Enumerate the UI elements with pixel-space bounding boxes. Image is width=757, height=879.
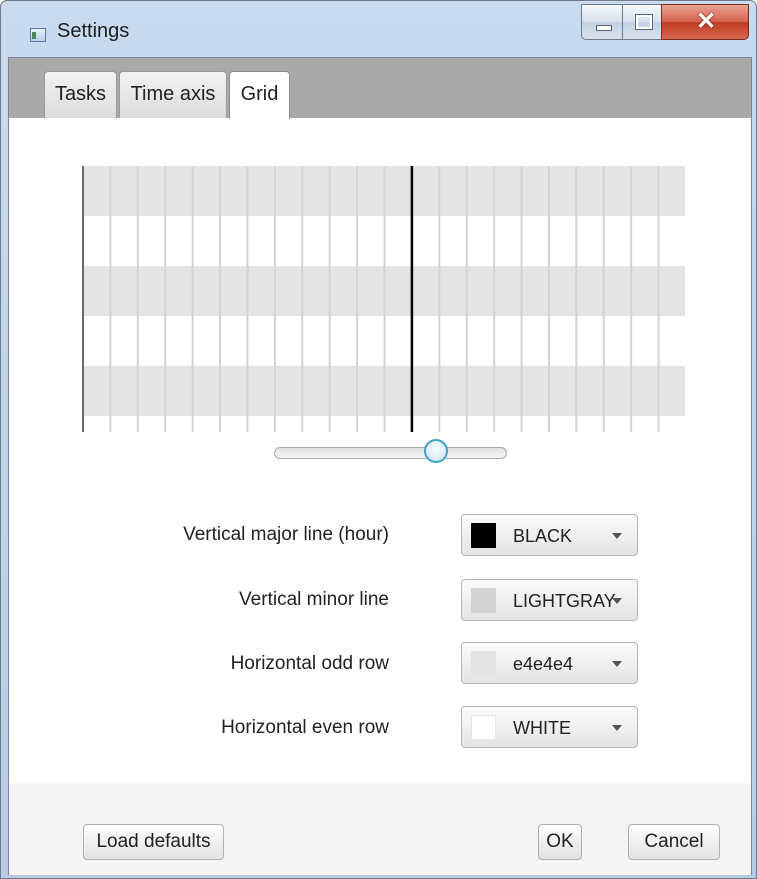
color-value: BLACK: [513, 526, 573, 546]
color-swatch: [471, 651, 496, 676]
tab-time-axis[interactable]: Time axis: [119, 71, 227, 118]
chevron-down-icon: [612, 661, 622, 667]
chevron-down-icon: [612, 598, 622, 604]
dialog-footer: Load defaults OK Cancel: [9, 783, 751, 875]
app-window-icon: [30, 28, 46, 42]
color-value: LIGHTGRAY: [513, 591, 616, 611]
chevron-down-icon: [612, 533, 622, 539]
zoom-slider-thumb[interactable]: [423, 439, 448, 463]
tab-tasks[interactable]: Tasks: [44, 71, 117, 118]
close-button[interactable]: ✕: [661, 4, 749, 40]
vertical-major-line-color-picker[interactable]: BLACK: [461, 514, 638, 556]
maximize-button[interactable]: [622, 4, 662, 40]
horizontal-odd-row-color-picker[interactable]: e4e4e4: [461, 642, 638, 684]
tab-grid[interactable]: Grid: [229, 71, 290, 119]
maximize-icon: [635, 14, 653, 30]
close-icon: ✕: [695, 8, 717, 35]
settings-window: Settings ✕ Tasks Time axis Grid Vertical…: [0, 0, 757, 879]
minimize-button[interactable]: [581, 4, 623, 40]
horizontal-even-row-label: Horizontal even row: [221, 717, 389, 738]
color-value: e4e4e4: [513, 654, 574, 674]
window-title: Settings: [57, 20, 130, 42]
zoom-slider-track[interactable]: [274, 447, 507, 459]
grid-preview: [82, 166, 685, 432]
dialog-content: Tasks Time axis Grid Vertical major line…: [8, 57, 752, 875]
horizontal-even-row-color-picker[interactable]: WHITE: [461, 706, 638, 748]
color-swatch: [471, 588, 496, 613]
cancel-button[interactable]: Cancel: [628, 824, 720, 860]
color-swatch: [471, 715, 496, 740]
vertical-minor-line-label: Vertical minor line: [239, 589, 389, 610]
minimize-icon: [596, 25, 612, 31]
vertical-major-line-label: Vertical major line (hour): [183, 524, 389, 545]
horizontal-odd-row-label: Horizontal odd row: [230, 653, 389, 674]
title-bar[interactable]: Settings ✕: [1, 1, 756, 57]
tab-bar: Tasks Time axis Grid: [9, 58, 751, 119]
color-swatch: [471, 523, 496, 548]
ok-button[interactable]: OK: [538, 824, 582, 860]
vertical-minor-line-color-picker[interactable]: LIGHTGRAY: [461, 579, 638, 621]
color-value: WHITE: [513, 718, 571, 738]
chevron-down-icon: [612, 725, 622, 731]
load-defaults-button[interactable]: Load defaults: [83, 824, 224, 860]
